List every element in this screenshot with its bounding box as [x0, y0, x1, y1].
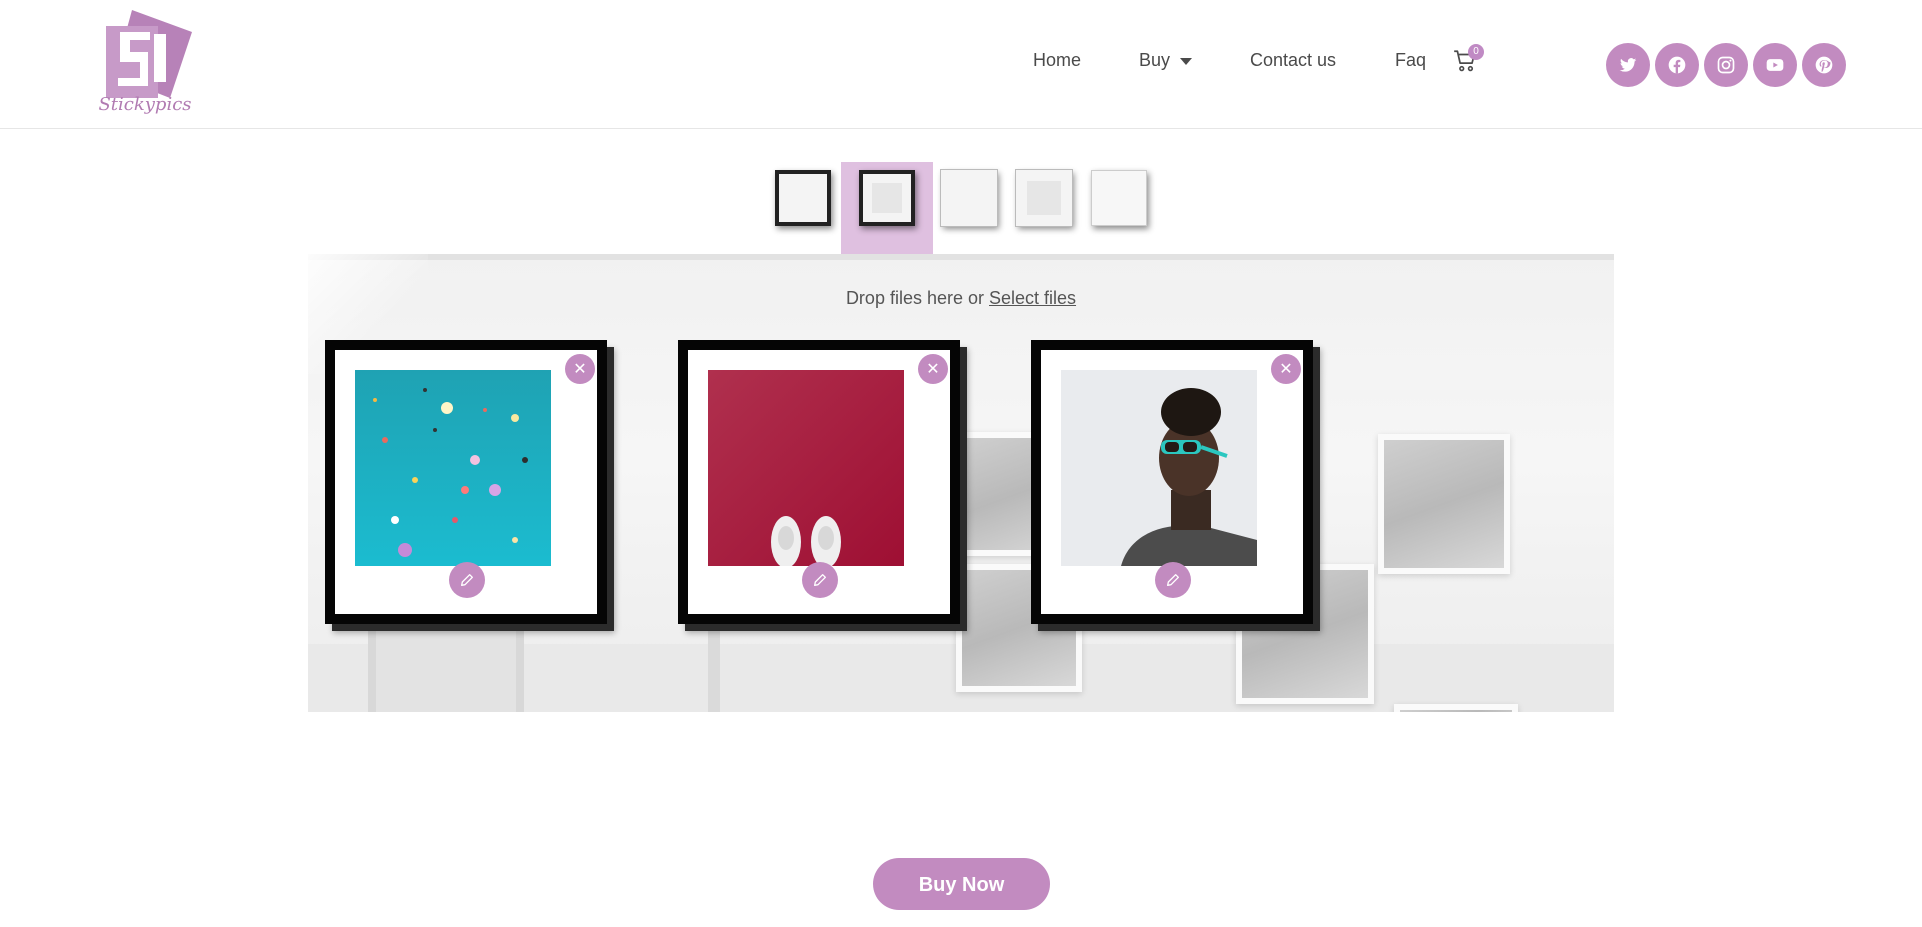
- pencil-icon: [461, 574, 473, 586]
- remove-photo-button[interactable]: ✕: [565, 354, 595, 384]
- nav-buy[interactable]: Buy: [1139, 50, 1193, 71]
- nav-faq[interactable]: Faq: [1395, 50, 1426, 71]
- logo-text: Stickypics: [98, 94, 192, 115]
- close-icon: ✕: [573, 359, 587, 378]
- cart-button[interactable]: 0: [1452, 44, 1484, 78]
- background-frame: [1394, 704, 1518, 712]
- frameless-swatch: [1091, 170, 1147, 226]
- frame-style-option-5[interactable]: [1073, 162, 1165, 254]
- youtube-icon: [1766, 59, 1784, 71]
- instagram-button[interactable]: [1704, 43, 1748, 87]
- pinterest-button[interactable]: [1802, 43, 1846, 87]
- pinterest-icon: [1815, 56, 1833, 74]
- cart-count-badge: 0: [1468, 44, 1484, 60]
- nav-contact[interactable]: Contact us: [1250, 50, 1336, 71]
- remove-photo-button[interactable]: ✕: [1271, 354, 1301, 384]
- remove-photo-button[interactable]: ✕: [918, 354, 948, 384]
- dropzone-text: Drop files here or: [845, 288, 989, 308]
- select-files-link[interactable]: Select files: [989, 288, 1076, 308]
- twitter-button[interactable]: [1606, 43, 1650, 87]
- photo-confetti: [355, 370, 551, 566]
- facebook-button[interactable]: [1655, 43, 1699, 87]
- close-icon: ✕: [926, 359, 940, 378]
- pencil-icon: [814, 574, 826, 586]
- chevron-down-icon: [1180, 57, 1193, 65]
- background-frame: [1378, 434, 1510, 574]
- wall-beam: [308, 254, 1614, 260]
- photo-frame: ✕: [325, 340, 607, 624]
- frame-style-picker: [0, 162, 1922, 254]
- edit-photo-button[interactable]: [802, 562, 838, 598]
- background-door: [368, 624, 524, 712]
- instagram-icon: [1717, 56, 1735, 74]
- photo-frame: ✕: [1031, 340, 1313, 624]
- white-frame-mat-swatch: [1015, 169, 1073, 227]
- room-preview: Drop files here or Select files ✕ ✕ ✕: [308, 254, 1614, 712]
- twitter-icon: [1619, 58, 1637, 72]
- photo-sneakers: [708, 370, 904, 566]
- pencil-icon: [1167, 574, 1179, 586]
- facebook-icon: [1668, 56, 1686, 74]
- logo-mark-icon: [106, 10, 192, 98]
- site-logo[interactable]: Stickypics: [90, 6, 200, 122]
- frame-style-option-2[interactable]: [841, 162, 933, 254]
- edit-photo-button[interactable]: [449, 562, 485, 598]
- file-dropzone[interactable]: Drop files here or Select files: [308, 288, 1614, 309]
- black-frame-swatch: [775, 170, 831, 226]
- close-icon: ✕: [1279, 359, 1293, 378]
- nav-home[interactable]: Home: [1033, 50, 1081, 71]
- edit-photo-button[interactable]: [1155, 562, 1191, 598]
- photo-frame: ✕: [678, 340, 960, 624]
- black-frame-mat-swatch: [859, 170, 915, 226]
- site-header: Stickypics Home Buy Contact us Faq 0: [0, 0, 1922, 129]
- photo-portrait: [1061, 370, 1257, 566]
- frame-style-option-1[interactable]: [757, 162, 849, 254]
- youtube-button[interactable]: [1753, 43, 1797, 87]
- background-pillar: [708, 624, 720, 712]
- buy-now-button[interactable]: Buy Now: [873, 858, 1050, 910]
- white-frame-swatch: [940, 169, 998, 227]
- nav-buy-label: Buy: [1139, 50, 1171, 70]
